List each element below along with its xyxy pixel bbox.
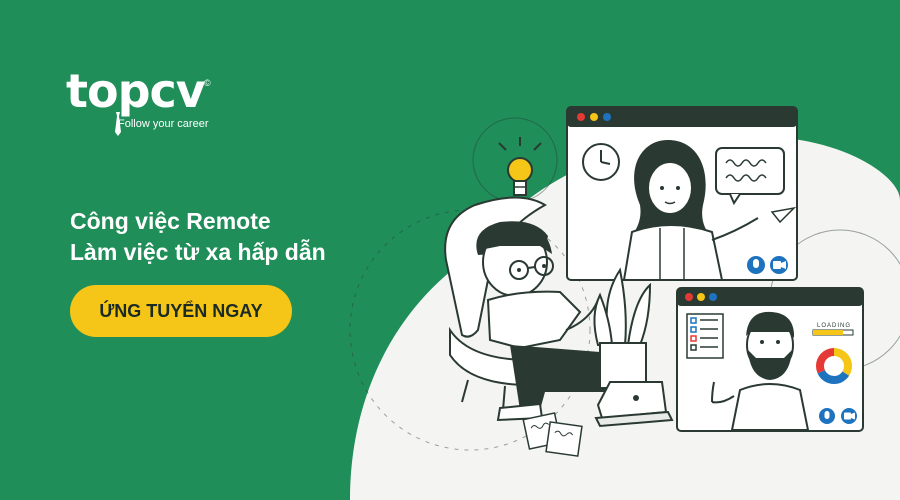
clock-icon [582, 143, 620, 181]
potted-plant [593, 267, 652, 389]
video-call-window-2: LOADING [676, 287, 864, 432]
camera-button [770, 256, 788, 274]
lightbulb-icon [498, 137, 542, 196]
camera-button-2 [841, 408, 857, 424]
loading-label: LOADING [817, 323, 851, 329]
papers-icon [522, 412, 583, 457]
speech-bubble [715, 147, 785, 206]
laptop-icon [594, 381, 674, 428]
video-call-window-1 [566, 106, 798, 281]
loading-bar [812, 329, 854, 336]
banner: topcv © Follow your career Công việc Rem… [0, 0, 900, 500]
checklist-icon [686, 313, 724, 359]
microphone-button-2 [819, 408, 835, 424]
remote-work-illustration: LOADING [349, 106, 900, 457]
microphone-button [747, 256, 765, 274]
